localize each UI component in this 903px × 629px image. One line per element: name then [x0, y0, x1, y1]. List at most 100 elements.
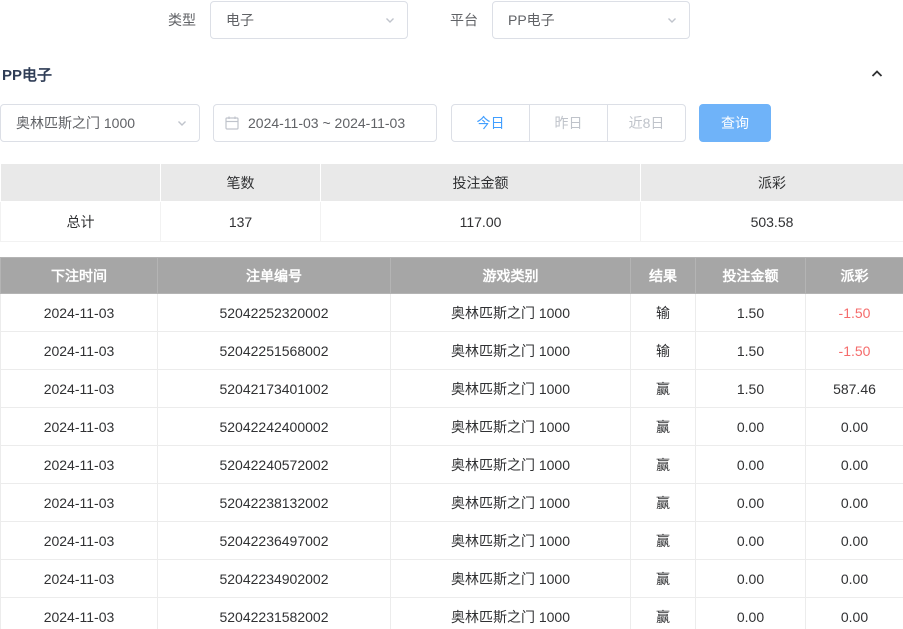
result-cell: 赢	[631, 522, 696, 560]
payout-cell: -1.50	[806, 332, 903, 370]
calendar-icon	[224, 115, 240, 131]
bet-time-cell: 2024-11-03	[1, 484, 158, 522]
result-cell: 输	[631, 332, 696, 370]
payout-cell: 0.00	[806, 446, 903, 484]
records-table: 下注时间 注单编号 游戏类别 结果 投注金额 派彩 2024-11-035204…	[0, 257, 903, 629]
bet-time-cell: 2024-11-03	[1, 560, 158, 598]
result-cell: 赢	[631, 484, 696, 522]
date-range-picker[interactable]: 2024-11-03 ~ 2024-11-03	[213, 104, 437, 142]
search-button[interactable]: 查询	[699, 104, 771, 142]
chevron-down-icon	[383, 13, 397, 27]
game-name-cell: 奥林匹斯之门 1000	[391, 370, 631, 408]
bet-id-cell: 52042252320002	[158, 294, 391, 332]
top-filter-row: 类型 电子 平台 PP电子	[0, 0, 903, 40]
bet-amount-cell: 0.00	[696, 484, 806, 522]
payout-cell: 0.00	[806, 560, 903, 598]
bet-time-cell: 2024-11-03	[1, 522, 158, 560]
table-row: 2024-11-0352042242400002奥林匹斯之门 1000赢 0.00…	[1, 408, 903, 446]
records-header-bet-time: 下注时间	[1, 258, 158, 294]
bet-amount-cell: 1.50	[696, 294, 806, 332]
section-header: PP电子	[0, 63, 903, 85]
table-row: 2024-11-0352042173401002奥林匹斯之门 1000赢1.50…	[1, 370, 903, 408]
bet-id-cell: 52042251568002	[158, 332, 391, 370]
game-select[interactable]: 奥林匹斯之门 1000	[0, 104, 200, 142]
platform-select[interactable]: PP电子	[492, 1, 690, 39]
result-cell: 输	[631, 294, 696, 332]
bet-time-cell: 2024-11-03	[1, 294, 158, 332]
bet-time-cell: 2024-11-03	[1, 408, 158, 446]
records-header-bet-amount: 投注金额	[696, 258, 806, 294]
game-name-cell: 奥林匹斯之门 1000	[391, 408, 631, 446]
summary-table: 笔数 投注金额 派彩 总计 137 117.00 503.58	[0, 163, 903, 242]
bet-time-cell: 2024-11-03	[1, 598, 158, 629]
game-name-cell: 奥林匹斯之门 1000	[391, 598, 631, 629]
bet-time-cell: 2024-11-03	[1, 370, 158, 408]
result-cell: 赢	[631, 446, 696, 484]
summary-header-count: 笔数	[161, 164, 321, 202]
summary-total-count: 137	[161, 202, 321, 242]
records-header-result: 结果	[631, 258, 696, 294]
table-row: 2024-11-0352042236497002奥林匹斯之门 1000赢0.00…	[1, 522, 903, 560]
chevron-down-icon	[665, 13, 679, 27]
table-row: 2024-11-0352042251568002奥林匹斯之门 1000输1.50…	[1, 332, 903, 370]
bet-id-cell: 52042236497002	[158, 522, 391, 560]
type-label: 类型	[168, 10, 196, 30]
records-header-payout: 派彩	[806, 258, 903, 294]
result-cell: 赢	[631, 560, 696, 598]
bet-id-cell: 52042173401002	[158, 370, 391, 408]
yesterday-button[interactable]: 昨日	[529, 104, 608, 142]
game-name-cell: 奥林匹斯之门 1000	[391, 484, 631, 522]
bet-amount-cell: 0.00	[696, 598, 806, 629]
summary-header-payout: 派彩	[641, 164, 903, 202]
bet-time-cell: 2024-11-03	[1, 446, 158, 484]
platform-label: 平台	[450, 10, 478, 30]
today-button[interactable]: 今日	[451, 104, 530, 142]
summary-header-empty	[1, 164, 161, 202]
records-header-bet-id: 注单编号	[158, 258, 391, 294]
bet-amount-cell: 0.00	[696, 446, 806, 484]
summary-total-bet-amount: 117.00	[321, 202, 641, 242]
summary-total-row: 总计 137 117.00 503.58	[1, 202, 903, 242]
game-name-cell: 奥林匹斯之门 1000	[391, 522, 631, 560]
chevron-up-icon[interactable]	[869, 66, 885, 82]
table-row: 2024-11-0352042252320002奥林匹斯之门 1000输1.50…	[1, 294, 903, 332]
payout-cell: 0.00	[806, 522, 903, 560]
type-select-value: 电子	[226, 10, 254, 30]
bet-amount-cell: 0.00	[696, 560, 806, 598]
bet-id-cell: 52042240572002	[158, 446, 391, 484]
bet-id-cell: 52042234902002	[158, 560, 391, 598]
records-header-game-category: 游戏类别	[391, 258, 631, 294]
table-row: 2024-11-0352042238132002奥林匹斯之门 1000赢0.00…	[1, 484, 903, 522]
game-name-cell: 奥林匹斯之门 1000	[391, 446, 631, 484]
platform-select-value: PP电子	[508, 10, 555, 30]
payout-cell: 0.00	[806, 484, 903, 522]
bet-id-cell: 52042231582002	[158, 598, 391, 629]
result-cell: 赢	[631, 598, 696, 629]
bet-id-cell: 52042242400002	[158, 408, 391, 446]
bet-time-cell: 2024-11-03	[1, 332, 158, 370]
table-row: 2024-11-0352042234902002奥林匹斯之门 1000赢0.00…	[1, 560, 903, 598]
bet-amount-cell: 1.50	[696, 370, 806, 408]
page-title: PP电子	[2, 64, 52, 85]
game-name-cell: 奥林匹斯之门 1000	[391, 332, 631, 370]
payout-cell: -1.50	[806, 294, 903, 332]
table-row: 2024-11-0352042240572002奥林匹斯之门 1000赢0.00…	[1, 446, 903, 484]
bet-amount-cell: 0.00	[696, 522, 806, 560]
game-name-cell: 奥林匹斯之门 1000	[391, 294, 631, 332]
game-name-cell: 奥林匹斯之门 1000	[391, 560, 631, 598]
table-row: 2024-11-0352042231582002奥林匹斯之门 1000赢0.00…	[1, 598, 903, 629]
payout-cell: 0.00	[806, 408, 903, 446]
result-cell: 赢	[631, 370, 696, 408]
type-select[interactable]: 电子	[210, 1, 408, 39]
chevron-down-icon	[175, 116, 189, 130]
quick-date-button-group: 今日 昨日 近8日	[451, 104, 686, 142]
filter-bar: 奥林匹斯之门 1000 2024-11-03 ~ 2024-11-03 今日 昨…	[0, 104, 903, 142]
bet-amount-cell: 1.50	[696, 332, 806, 370]
result-cell: 赢	[631, 408, 696, 446]
bet-id-cell: 52042238132002	[158, 484, 391, 522]
date-range-value: 2024-11-03 ~ 2024-11-03	[248, 115, 405, 131]
last-8-days-button[interactable]: 近8日	[607, 104, 686, 142]
summary-total-payout: 503.58	[641, 202, 903, 242]
payout-cell: 587.46	[806, 370, 903, 408]
summary-total-label: 总计	[1, 202, 161, 242]
